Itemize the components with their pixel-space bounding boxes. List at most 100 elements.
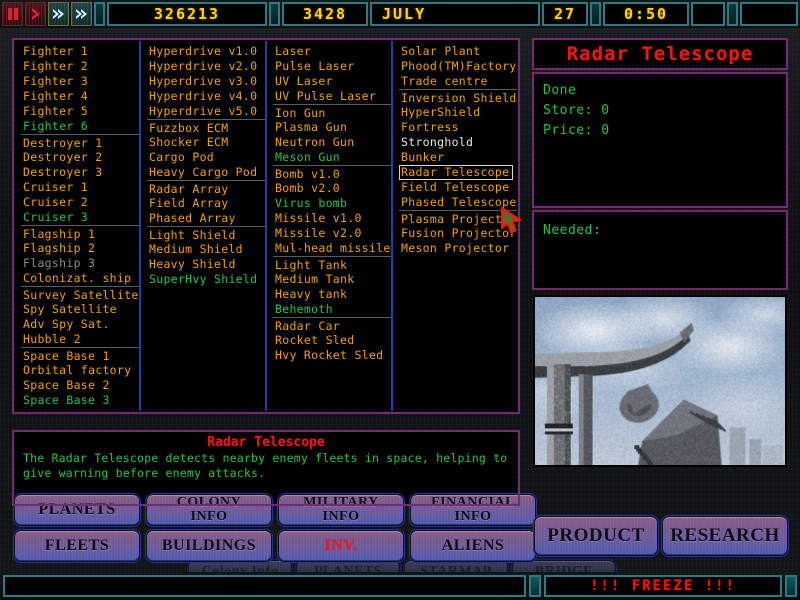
list-item[interactable]: UV Laser [273,74,391,89]
list-item[interactable]: Bomb v1.0 [273,165,391,181]
list-item[interactable]: Survey Satellite [21,286,139,302]
list-item[interactable]: Cruiser 2 [21,195,139,210]
list-item[interactable]: Field Telescope [399,180,517,195]
list-item[interactable]: Shocker ECM [147,135,265,150]
freeze-indicator: !!! FREEZE !!! [544,575,782,597]
list-item[interactable]: Cargo Pod [147,150,265,165]
list-item[interactable]: Cruiser 3 [21,210,139,225]
list-item[interactable]: Orbital factory [21,363,139,378]
list-item[interactable]: Rocket Sled [273,333,391,348]
list-item[interactable]: Neutron Gun [273,135,391,150]
list-item[interactable]: Heavy Shield [147,257,265,272]
list-item[interactable]: Behemoth [273,302,391,317]
day-display: 27 [542,2,588,26]
list-item[interactable]: Ion Gun [273,104,391,120]
list-item[interactable]: Hvy Rocket Sled [273,348,391,363]
month-display: JULY [370,2,540,26]
list-item[interactable]: Space Base 1 [21,347,139,363]
list-item[interactable]: Phood(TM)Factory [399,59,517,74]
pause-button[interactable] [2,2,23,26]
list-item[interactable]: Colonizat. ship [21,271,139,286]
list-item[interactable]: Radar Telescope [399,165,513,180]
list-item[interactable]: Destroyer 3 [21,165,139,180]
list-item[interactable]: Hyperdrive v3.0 [147,74,265,89]
list-item[interactable]: Fusion Projector [399,226,517,241]
list-item[interactable]: Fighter 3 [21,74,139,89]
product-button-label: PRODUCT [547,529,644,543]
list-item[interactable]: Hyperdrive v1.0 [147,44,265,59]
list-item[interactable]: Flagship 2 [21,241,139,256]
list-item[interactable]: Stronghold [399,135,517,150]
list-item[interactable]: Adv Spy Sat. [21,317,139,332]
list-item[interactable]: Plasma Project [399,210,517,226]
military-info-button[interactable]: MILITARY INFO [278,494,404,526]
list-item[interactable]: Light Tank [273,256,391,272]
very-fast-forward-button[interactable] [71,2,92,26]
list-item[interactable]: Meson Gun [273,150,391,165]
list-item[interactable]: Hyperdrive v5.0 [147,104,265,119]
aliens-button[interactable]: ALIENS [410,530,536,562]
list-item[interactable]: Space Base 3 [21,393,139,408]
list-item[interactable]: Hubble 2 [21,332,139,347]
list-item[interactable]: Field Array [147,196,265,211]
list-item[interactable]: Medium Tank [273,272,391,287]
list-item[interactable]: Flagship 3 [21,256,139,271]
list-item[interactable]: UV Pulse Laser [273,89,391,104]
research-button[interactable]: RESEARCH [662,516,788,556]
list-item[interactable]: Fighter 4 [21,89,139,104]
list-item[interactable]: Fighter 2 [21,59,139,74]
list-item[interactable]: Flagship 1 [21,225,139,241]
research-button-label: RESEARCH [670,529,780,543]
financial-info-button[interactable]: FINANCIAL INFO [410,494,536,526]
play-button[interactable] [25,2,46,26]
list-item[interactable]: Fighter 1 [21,44,139,59]
list-item[interactable]: Plasma Gun [273,120,391,135]
list-item[interactable]: Destroyer 1 [21,134,139,150]
list-item[interactable]: Missile v2.0 [273,226,391,241]
spacer-lcd [691,2,725,26]
list-item[interactable]: Mul-head missile [273,241,391,256]
list-item[interactable]: Phased Telescope [399,195,517,210]
list-item[interactable]: Radar Array [147,180,265,196]
list-item[interactable]: Bomb v2.0 [273,181,391,196]
list-item[interactable]: HyperShield [399,105,517,120]
product-button[interactable]: PRODUCT [534,516,658,556]
list-item[interactable]: Destroyer 2 [21,150,139,165]
fast-forward-button[interactable] [48,2,69,26]
list-item[interactable]: Medium Shield [147,242,265,257]
list-item[interactable]: Solar Plant [399,44,517,59]
list-item[interactable]: Radar Car [273,317,391,333]
planets-button[interactable]: PLANETS [14,494,140,526]
list-item[interactable]: Hyperdrive v2.0 [147,59,265,74]
list-item[interactable]: Phased Array [147,211,265,226]
colony-info-button[interactable]: COLONY INFO [146,494,272,526]
list-item[interactable]: Spy Satellite [21,302,139,317]
list-item[interactable]: Space Base 2 [21,378,139,393]
list-item[interactable]: Fortress [399,120,517,135]
inventory-button[interactable]: INV. [278,530,404,562]
needed-label: Needed: [543,221,777,241]
list-item[interactable]: Hyperdrive v4.0 [147,89,265,104]
list-item[interactable]: Laser [273,44,391,59]
list-item[interactable]: Missile v1.0 [273,211,391,226]
list-item[interactable]: Cruiser 1 [21,180,139,195]
list-item[interactable]: Light Shield [147,226,265,242]
build-status: Done [543,81,777,101]
description-title: Radar Telescope [21,435,511,451]
list-item[interactable]: Bunker [399,150,517,165]
list-item[interactable]: Fuzzbox ECM [147,119,265,135]
list-item[interactable]: SuperHvy Shield [147,272,265,287]
list-item[interactable]: Fighter 5 [21,104,139,119]
price-value: Price: 0 [543,121,777,141]
list-item[interactable]: Meson Projector [399,241,517,256]
list-item[interactable]: Trade centre [399,74,517,89]
list-item[interactable]: Heavy Cargo Pod [147,165,265,180]
radar-telescope-image [535,297,785,465]
list-item[interactable]: Heavy tank [273,287,391,302]
list-item[interactable]: Fighter 6 [21,119,139,134]
fleets-button[interactable]: FLEETS [14,530,140,562]
list-item[interactable]: Virus bomb [273,196,391,211]
list-item[interactable]: Pulse Laser [273,59,391,74]
buildings-button[interactable]: BUILDINGS [146,530,272,562]
list-item[interactable]: Inversion Shield [399,89,517,105]
